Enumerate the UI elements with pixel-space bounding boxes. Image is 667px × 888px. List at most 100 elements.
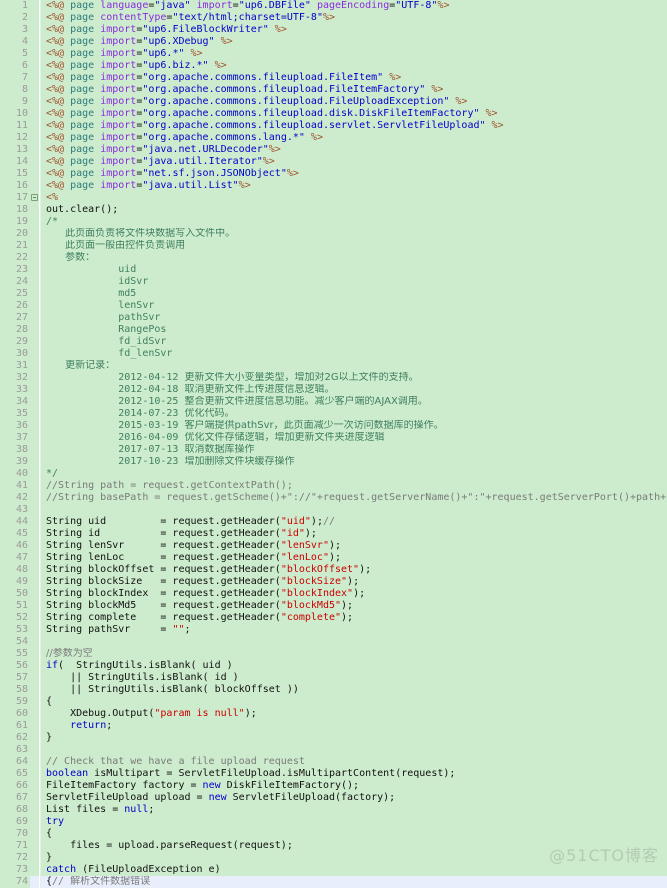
code-line-text[interactable]: 此页面负责将文件块数据写入文件中。 [41, 228, 667, 240]
code-line-text[interactable]: ServletFileUpload upload = new ServletFi… [41, 792, 667, 804]
code-line-text[interactable]: //String path = request.getContextPath()… [41, 480, 667, 492]
code-line[interactable]: 50 String blockIndex = request.getHeader(… [0, 588, 667, 600]
code-line-text[interactable]: <%@ page import="net.sf.json.JSONObject"… [41, 168, 667, 180]
code-line-text[interactable]: { [41, 828, 667, 840]
code-line[interactable]: 34 2012-10-25 整合更新文件进度信息功能。减少客户端的AJAX调用。 [0, 396, 667, 408]
code-line[interactable]: 62} [0, 732, 667, 744]
code-line-text[interactable]: <% [41, 192, 667, 204]
code-line[interactable]: 38 2017-07-13 取消数据库操作 [0, 444, 667, 456]
code-line-text[interactable]: <%@ page import="up6.biz.*" %> [41, 60, 667, 72]
code-line[interactable]: 49 String blockSize = request.getHeader("… [0, 576, 667, 588]
code-line[interactable]: 33 2012-04-18 取消更新文件上传进度信息逻辑。 [0, 384, 667, 396]
code-line[interactable]: 4 <%@ page import="up6.XDebug" %> [0, 36, 667, 48]
code-line-text[interactable]: 2015-03-19 客户端提供pathSvr，此页面减少一次访问数据库的操作。 [41, 420, 667, 432]
code-line[interactable]: 51 String blockMd5 = request.getHeader("b… [0, 600, 667, 612]
code-line-text[interactable]: {// 解析文件数据错误 [41, 876, 667, 888]
code-line[interactable]: 74 {// 解析文件数据错误 [0, 876, 667, 888]
code-line[interactable]: 46 String lenSvr = request.getHeader("len… [0, 540, 667, 552]
code-line[interactable]: 18 out.clear(); [0, 204, 667, 216]
code-line[interactable]: 6 <%@ page import="up6.biz.*" %> [0, 60, 667, 72]
code-line-text[interactable]: } [41, 732, 667, 744]
code-line[interactable]: 10 <%@ page import="org.apache.commons.fi… [0, 108, 667, 120]
code-line[interactable]: 40 */ [0, 468, 667, 480]
code-line-text[interactable]: 2014-07-23 优化代码。 [41, 408, 667, 420]
code-line-text[interactable]: pathSvr [41, 312, 667, 324]
code-line[interactable]: 13 <%@ page import="java.net.URLDecoder"%… [0, 144, 667, 156]
code-line[interactable]: 5 <%@ page import="up6.*" %> [0, 48, 667, 60]
code-line[interactable]: 41 //String path = request.getContextPath… [0, 480, 667, 492]
code-line[interactable]: 31 更新记录： [0, 360, 667, 372]
code-line-text[interactable]: 2017-10-23 增加删除文件块缓存操作 [41, 456, 667, 468]
code-line-text[interactable]: lenSvr [41, 300, 667, 312]
code-line[interactable]: 29 fd_idSvr [0, 336, 667, 348]
code-line-text[interactable]: String blockIndex = request.getHeader("b… [41, 588, 667, 600]
code-line[interactable]: 8 <%@ page import="org.apache.commons.fil… [0, 84, 667, 96]
code-line[interactable]: 28 RangePos [0, 324, 667, 336]
code-line-text[interactable]: <%@ page contentType="text/html;charset=… [41, 12, 667, 24]
code-line-text[interactable]: 2012-10-25 整合更新文件进度信息功能。减少客户端的AJAX调用。 [41, 396, 667, 408]
code-line-text[interactable]: 参数： [41, 252, 667, 264]
code-line-text[interactable]: 2016-04-09 优化文件存储逻辑，增加更新文件夹进度逻辑 [41, 432, 667, 444]
code-line[interactable]: 60 XDebug.Output("param is null"); [0, 708, 667, 720]
code-line-text[interactable]: <%@ page import="org.apache.commons.file… [41, 120, 667, 132]
code-line-text[interactable]: String lenSvr = request.getHeader("lenSv… [41, 540, 667, 552]
code-line[interactable]: 69 try [0, 816, 667, 828]
code-line-text[interactable]: 更新记录： [41, 360, 667, 372]
code-line[interactable]: 12 <%@ page import="org.apache.commons.la… [0, 132, 667, 144]
code-line[interactable]: 19 /* [0, 216, 667, 228]
code-line[interactable]: 72} [0, 852, 667, 864]
code-line-text[interactable]: catch (FileUploadException e) [41, 864, 667, 876]
code-line[interactable]: 43 [0, 504, 667, 516]
code-line-text[interactable]: String blockOffset = request.getHeader("… [41, 564, 667, 576]
code-line[interactable]: 44 String uid = request.getHeader("uid");… [0, 516, 667, 528]
code-line[interactable]: 3 <%@ page import="up6.FileBlockWriter" %… [0, 24, 667, 36]
code-line-text[interactable]: String blockMd5 = request.getHeader("blo… [41, 600, 667, 612]
code-line[interactable]: 54 [0, 636, 667, 648]
code-line-text[interactable]: <%@ page import="org.apache.commons.file… [41, 108, 667, 120]
code-line-text[interactable]: //String basePath = request.getScheme()+… [41, 492, 667, 504]
code-line-text[interactable]: FileItemFactory factory = new DiskFileIt… [41, 780, 667, 792]
code-line[interactable]: 21 此页面一般由控件负责调用 [0, 240, 667, 252]
code-line-text[interactable]: 2017-07-13 取消数据库操作 [41, 444, 667, 456]
code-line-text[interactable]: <%@ page import="java.util.Iterator"%> [41, 156, 667, 168]
code-line[interactable]: 27 pathSvr [0, 312, 667, 324]
code-line[interactable]: 36 2015-03-19 客户端提供pathSvr，此页面减少一次访问数据库的… [0, 420, 667, 432]
code-line[interactable]: 9 <%@ page import="org.apache.commons.fil… [0, 96, 667, 108]
code-line[interactable]: 1 <%@ page language="java" import="up6.DB… [0, 0, 667, 12]
code-line-text[interactable]: } [41, 852, 667, 864]
code-line-text[interactable]: if( StringUtils.isBlank( uid ) [41, 660, 667, 672]
code-line[interactable]: 48 String blockOffset = request.getHeader… [0, 564, 667, 576]
code-line[interactable]: 63 [0, 744, 667, 756]
code-line[interactable]: 37 2016-04-09 优化文件存储逻辑，增加更新文件夹进度逻辑 [0, 432, 667, 444]
code-line-text[interactable]: <%@ page import="org.apache.commons.file… [41, 96, 667, 108]
code-line[interactable]: 73 catch (FileUploadException e) [0, 864, 667, 876]
code-line[interactable]: 16 <%@ page import="java.util.List"%> [0, 180, 667, 192]
code-line[interactable]: 14 <%@ page import="java.util.Iterator"%> [0, 156, 667, 168]
code-line-text[interactable]: 2012-04-18 取消更新文件上传进度信息逻辑。 [41, 384, 667, 396]
code-line-text[interactable]: /* [41, 216, 667, 228]
code-line[interactable]: 17 <% [0, 192, 667, 204]
code-line-text[interactable]: <%@ page import="org.apache.commons.file… [41, 84, 667, 96]
code-line-text[interactable]: List files = null; [41, 804, 667, 816]
code-line-text[interactable]: <%@ page import="up6.FileBlockWriter" %> [41, 24, 667, 36]
code-line[interactable]: 24 idSvr [0, 276, 667, 288]
code-line-text[interactable]: uid [41, 264, 667, 276]
code-line[interactable]: 64 // Check that we have a file upload re… [0, 756, 667, 768]
code-line-text[interactable]: out.clear(); [41, 204, 667, 216]
code-line-text[interactable]: idSvr [41, 276, 667, 288]
code-line[interactable]: 61 return; [0, 720, 667, 732]
code-line[interactable]: 56 if( StringUtils.isBlank( uid ) [0, 660, 667, 672]
code-line[interactable]: 58 || StringUtils.isBlank( blockOffset )… [0, 684, 667, 696]
code-line-text[interactable]: 2012-04-12 更新文件大小变量类型，增加对2G以上文件的支持。 [41, 372, 667, 384]
code-line[interactable]: 68 List files = null; [0, 804, 667, 816]
code-editor[interactable]: 1 <%@ page language="java" import="up6.DB… [0, 0, 667, 888]
code-line-text[interactable]: */ [41, 468, 667, 480]
code-line-text[interactable]: String pathSvr = ""; [41, 624, 667, 636]
code-line-text[interactable]: RangePos [41, 324, 667, 336]
code-line[interactable]: 32 2012-04-12 更新文件大小变量类型，增加对2G以上文件的支持。 [0, 372, 667, 384]
code-line-text[interactable]: String complete = request.getHeader("com… [41, 612, 667, 624]
code-line[interactable]: 52 String complete = request.getHeader("c… [0, 612, 667, 624]
code-line-text[interactable]: md5 [41, 288, 667, 300]
code-line-text[interactable]: fd_lenSvr [41, 348, 667, 360]
code-line-text[interactable]: files = upload.parseRequest(request); [41, 840, 667, 852]
